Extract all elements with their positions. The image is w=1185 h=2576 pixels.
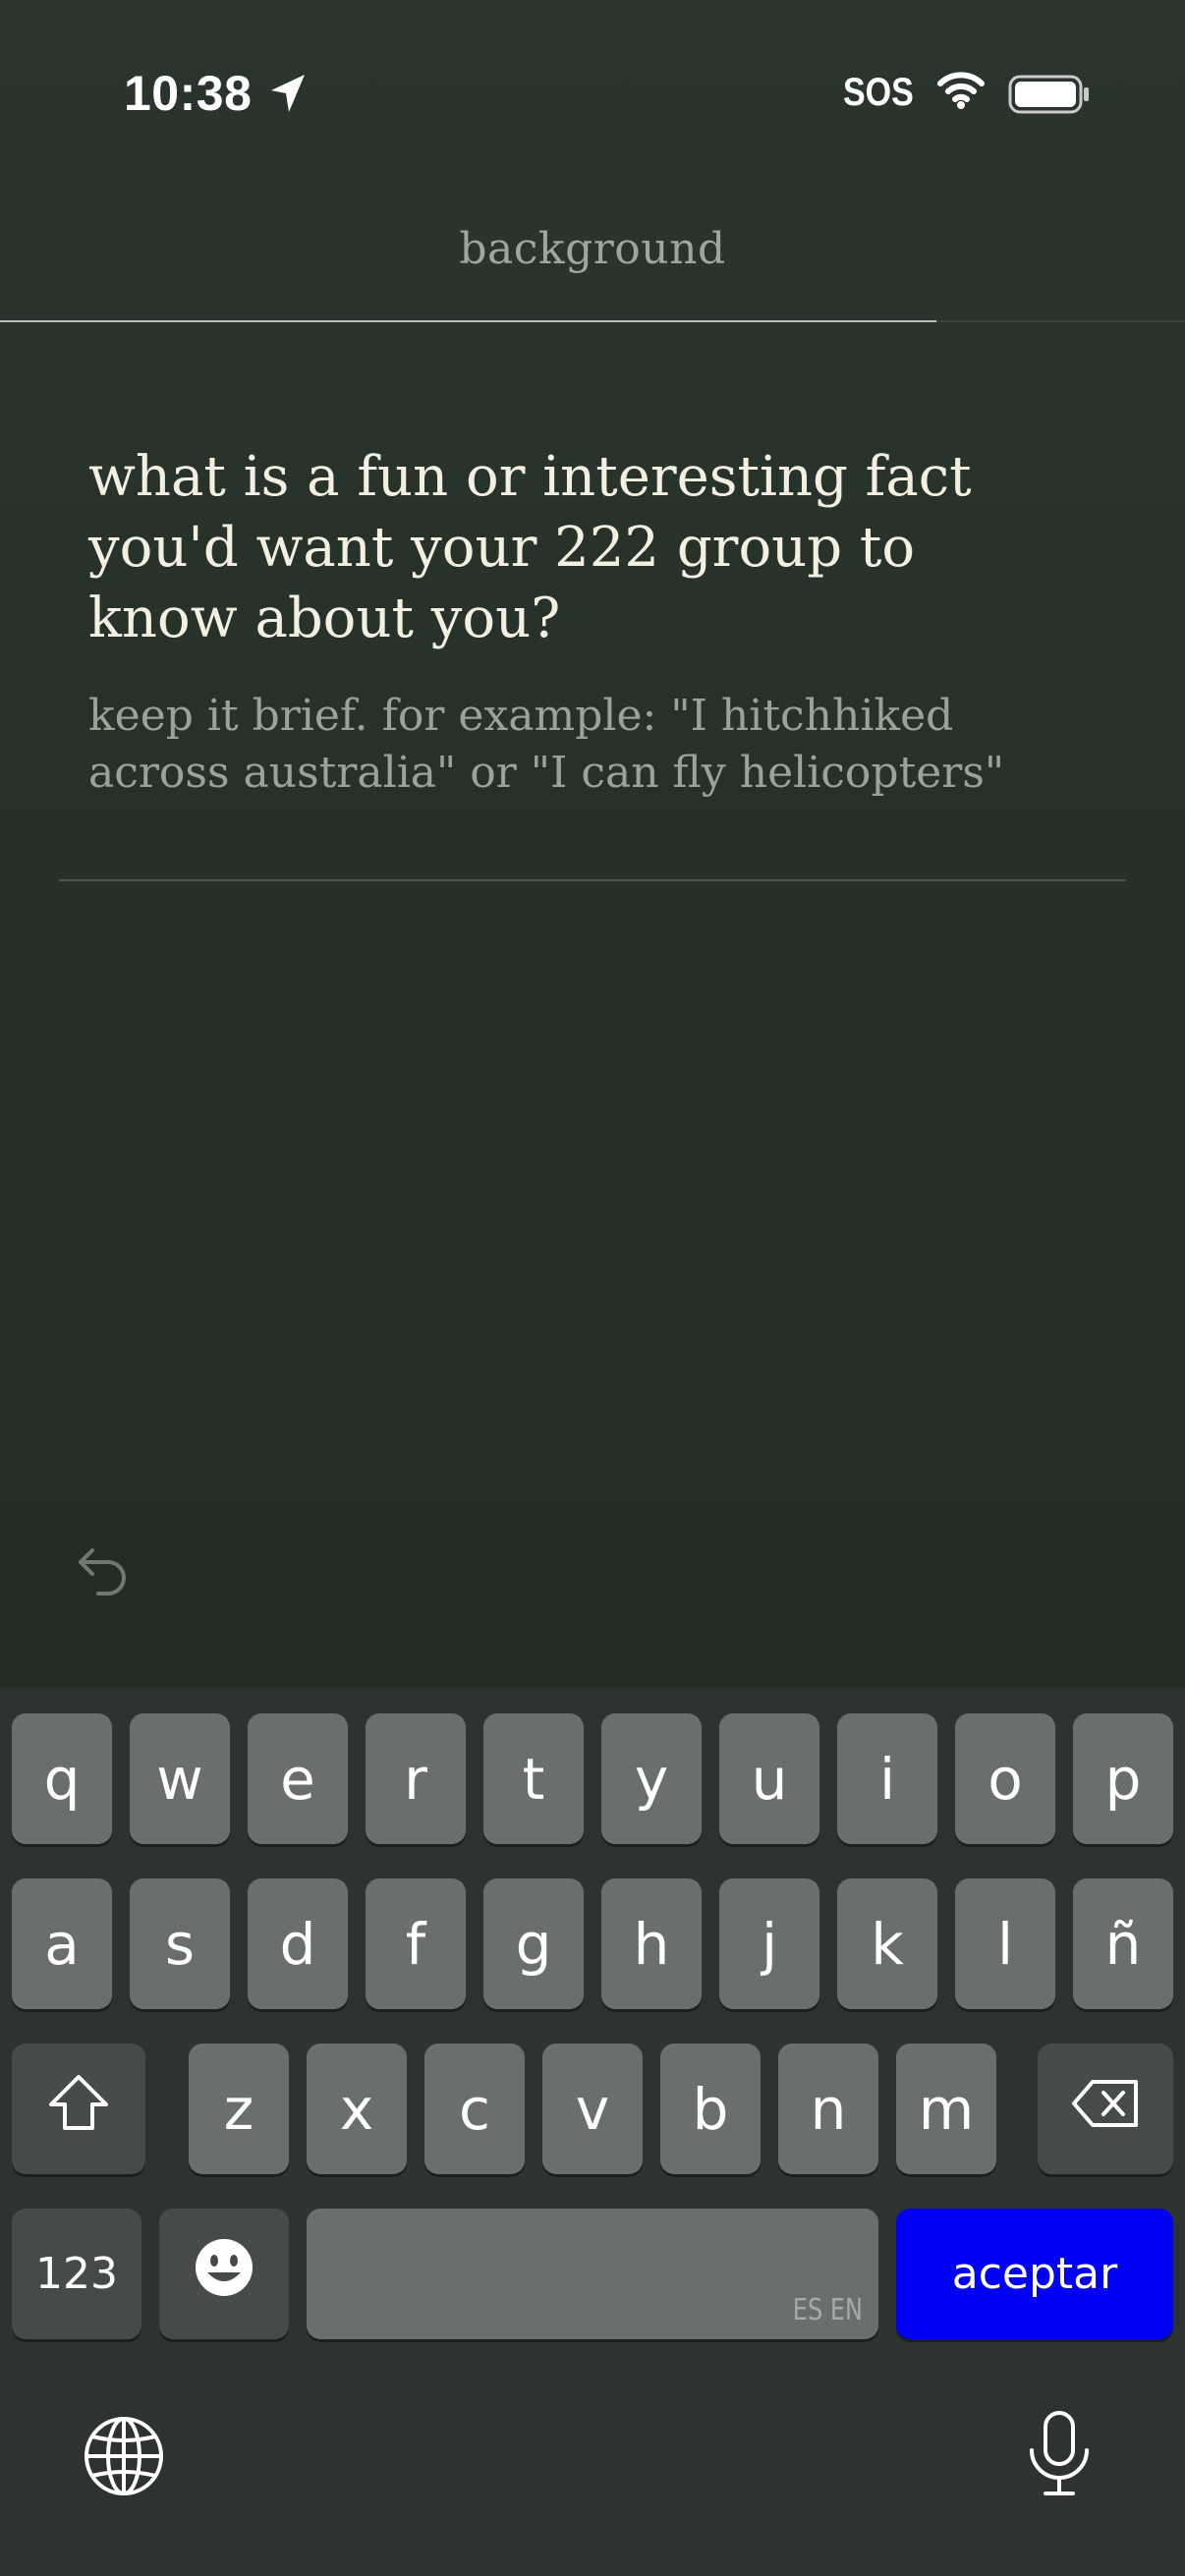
key-o[interactable]: o bbox=[955, 1713, 1055, 1844]
emoji-icon bbox=[194, 2237, 254, 2312]
progress-fill bbox=[0, 320, 936, 322]
key-r[interactable]: r bbox=[366, 1713, 466, 1844]
key-m[interactable]: m bbox=[896, 2044, 996, 2174]
shift-icon bbox=[47, 2073, 110, 2146]
key-s[interactable]: s bbox=[130, 1878, 230, 2009]
emoji-key[interactable] bbox=[159, 2209, 289, 2339]
key-u[interactable]: u bbox=[719, 1713, 819, 1844]
key-q[interactable]: q bbox=[12, 1713, 112, 1844]
accept-key[interactable]: aceptar bbox=[896, 2209, 1173, 2339]
status-bar: 10:38 SOS bbox=[0, 0, 1185, 187]
key-t[interactable]: t bbox=[483, 1713, 584, 1844]
key-x[interactable]: x bbox=[307, 2044, 407, 2174]
page-title: background bbox=[459, 224, 726, 274]
key-a[interactable]: a bbox=[12, 1878, 112, 2009]
key-d[interactable]: d bbox=[248, 1878, 348, 2009]
question-hint: keep it brief. for example: "I hitchhike… bbox=[88, 691, 1005, 798]
key-i[interactable]: i bbox=[837, 1713, 937, 1844]
key-c[interactable]: c bbox=[424, 2044, 525, 2174]
key-l[interactable]: l bbox=[955, 1878, 1055, 2009]
key-k[interactable]: k bbox=[837, 1878, 937, 2009]
clock: 10:38 bbox=[124, 66, 253, 121]
key-v[interactable]: v bbox=[542, 2044, 643, 2174]
backspace-key[interactable] bbox=[1038, 2044, 1173, 2174]
undo-arrow-icon[interactable] bbox=[75, 1544, 132, 1599]
location-arrow-icon bbox=[267, 73, 307, 120]
keyboard: qwertyuiop asdfghjklñ zxcvbnm 123 ES EN … bbox=[0, 1688, 1185, 2576]
key-h[interactable]: h bbox=[601, 1878, 702, 2009]
progress-bar bbox=[0, 320, 1185, 322]
key-f[interactable]: f bbox=[366, 1878, 466, 2009]
key-n[interactable]: n bbox=[778, 2044, 878, 2174]
answer-input[interactable] bbox=[59, 879, 1126, 881]
key-p[interactable]: p bbox=[1073, 1713, 1173, 1844]
key-g[interactable]: g bbox=[483, 1878, 584, 2009]
space-language-label: ES EN bbox=[792, 2293, 863, 2327]
shift-key[interactable] bbox=[12, 2044, 145, 2174]
key-j[interactable]: j bbox=[719, 1878, 819, 2009]
carrier-sos: SOS bbox=[843, 71, 914, 114]
globe-icon[interactable] bbox=[83, 2415, 165, 2501]
backspace-icon bbox=[1071, 2076, 1140, 2143]
microphone-icon[interactable] bbox=[1026, 2409, 1093, 2503]
key-w[interactable]: w bbox=[130, 1713, 230, 1844]
key-ñ[interactable]: ñ bbox=[1073, 1878, 1173, 2009]
key-z[interactable]: z bbox=[189, 2044, 289, 2174]
space-bar[interactable]: ES EN bbox=[307, 2209, 878, 2339]
key-e[interactable]: e bbox=[248, 1713, 348, 1844]
key-b[interactable]: b bbox=[660, 2044, 761, 2174]
key-y[interactable]: y bbox=[601, 1713, 702, 1844]
battery-icon bbox=[1008, 75, 1091, 118]
question-text: what is a fun or interesting fact you'd … bbox=[88, 445, 972, 650]
numbers-key[interactable]: 123 bbox=[12, 2209, 141, 2339]
wifi-icon bbox=[937, 71, 985, 114]
